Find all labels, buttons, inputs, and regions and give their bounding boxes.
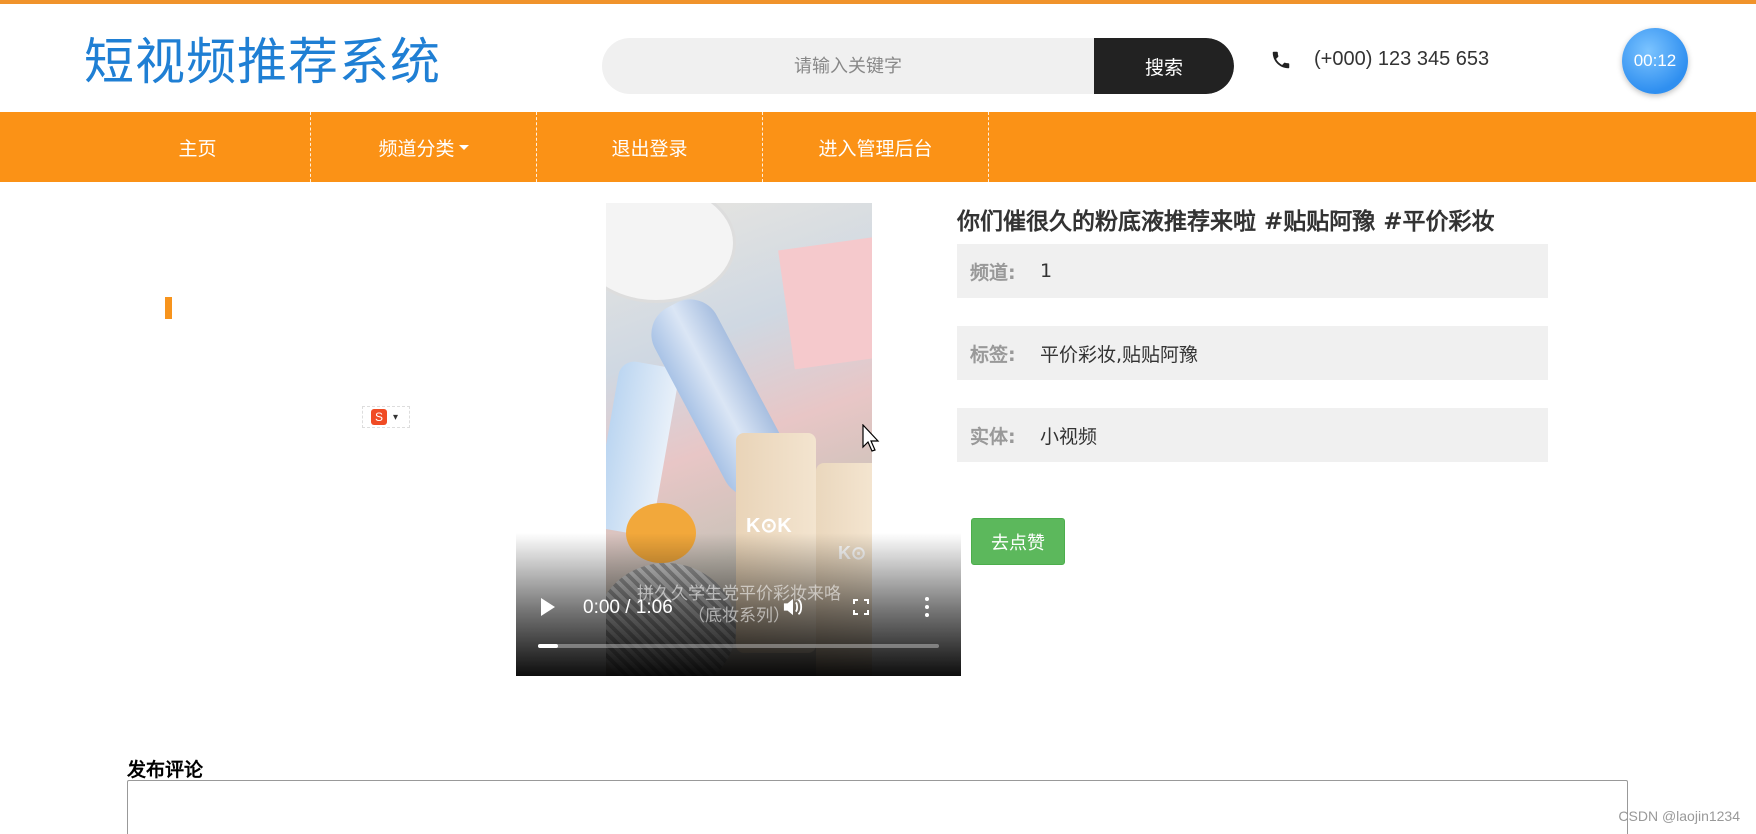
field-value: 1: [1040, 260, 1053, 282]
field-label: 频道:: [970, 261, 1016, 284]
header: 短视频推荐系统 搜索 (+000) 123 345 653 00:12: [0, 4, 1756, 112]
tags-field: 标签: 平价彩妆,贴贴阿豫: [957, 326, 1548, 380]
nav-item-label: 退出登录: [611, 137, 688, 160]
caret-down-icon: [458, 144, 469, 150]
channel-field: 频道: 1: [957, 244, 1548, 298]
nav-item-channels[interactable]: 频道分类: [311, 112, 537, 182]
phone-contact: (+000) 123 345 653: [1270, 48, 1489, 71]
video-progress-bar[interactable]: [538, 644, 939, 648]
phone-number: (+000) 123 345 653: [1314, 48, 1490, 70]
field-value: 小视频: [1040, 425, 1098, 448]
video-title: 你们催很久的粉底液推荐来啦 #贴贴阿豫 #平价彩妆: [957, 209, 1495, 235]
play-icon[interactable]: [541, 598, 555, 616]
entity-field: 实体: 小视频: [957, 408, 1548, 462]
nav-item-admin[interactable]: 进入管理后台: [763, 112, 989, 182]
text-cursor-marker: [165, 297, 172, 319]
ime-toolbar[interactable]: S ▾: [362, 406, 410, 428]
video-frame-box: [778, 236, 872, 370]
comment-section-title: 发布评论: [127, 759, 204, 781]
watermark: CSDN @laojin1234: [1618, 808, 1740, 824]
site-title[interactable]: 短视频推荐系统: [84, 22, 441, 94]
video-player[interactable]: K⊙K K⊙ 拼久久学生党平价彩妆来咯 （底妆系列） 0:00 / 1:06: [516, 203, 961, 676]
nav-item-label: 频道分类: [378, 137, 455, 160]
comment-input[interactable]: [127, 780, 1628, 834]
fullscreen-icon[interactable]: [853, 599, 869, 615]
like-button[interactable]: 去点赞: [971, 518, 1065, 565]
field-label: 实体:: [970, 425, 1016, 448]
phone-icon: [1272, 51, 1290, 68]
nav-item-logout[interactable]: 退出登录: [537, 112, 763, 182]
nav-item-home[interactable]: 主页: [85, 112, 311, 182]
video-progress-fill: [538, 644, 559, 648]
timer-badge[interactable]: 00:12: [1622, 28, 1688, 94]
search-button[interactable]: 搜索: [1094, 38, 1234, 94]
search-bar: 搜索: [602, 38, 1234, 94]
mouse-cursor-icon: [862, 424, 880, 452]
search-input[interactable]: [602, 38, 1094, 94]
nav-item-label: 主页: [178, 137, 217, 160]
nav-item-label: 进入管理后台: [818, 137, 933, 160]
field-value: 平价彩妆,贴贴阿豫: [1040, 343, 1199, 366]
main-nav: 主页 频道分类 退出登录 进入管理后台: [0, 112, 1756, 182]
dropdown-caret-icon: ▾: [393, 411, 399, 423]
more-options-icon[interactable]: [924, 597, 930, 617]
video-time: 0:00 / 1:06: [583, 597, 673, 618]
sogou-ime-icon: S: [371, 409, 387, 425]
volume-icon[interactable]: [782, 597, 804, 617]
field-label: 标签:: [970, 343, 1016, 366]
